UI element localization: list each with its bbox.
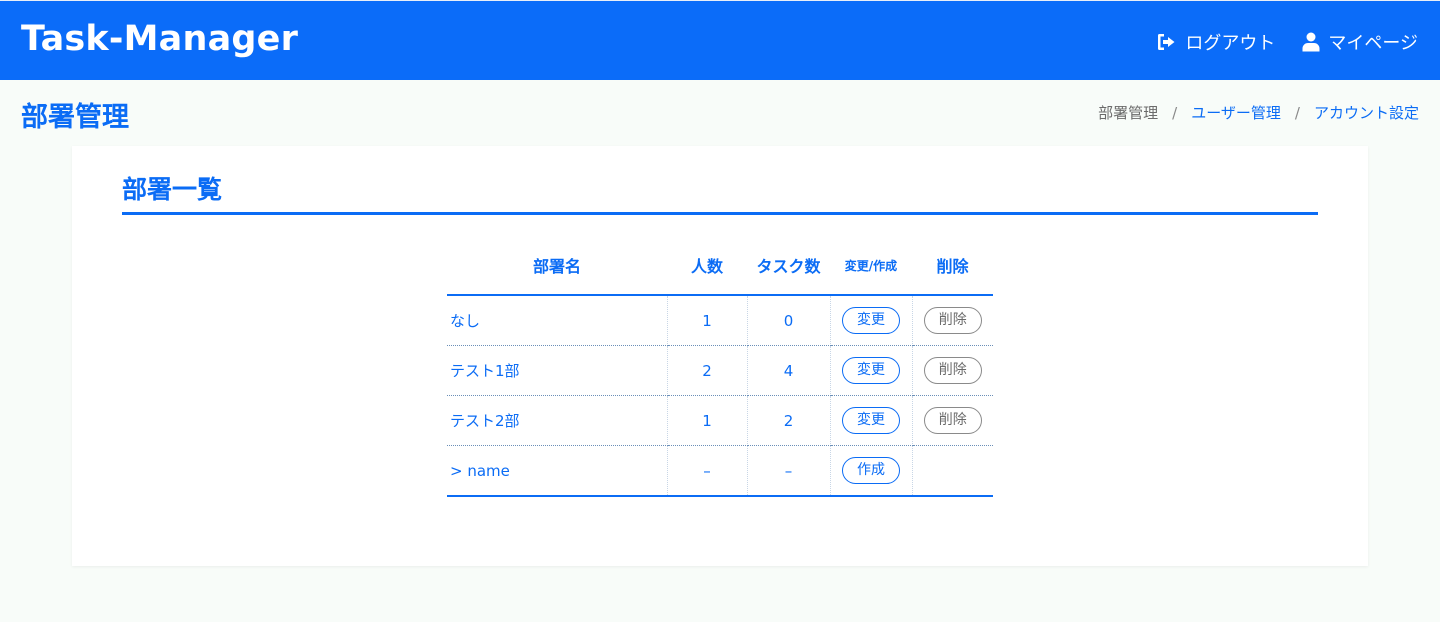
- logout-link[interactable]: ログアウト: [1157, 29, 1275, 55]
- department-table-wrapper: 部署名 人数 タスク数 変更/作成 削除 なし 1 0 変更 削除 テスト1部: [447, 236, 993, 497]
- table-row: テスト1部 2 4 変更 削除: [447, 345, 993, 396]
- edit-cell: 変更: [830, 295, 913, 346]
- department-table: 部署名 人数 タスク数 変更/作成 削除 なし 1 0 変更 削除 テスト1部: [447, 236, 993, 497]
- column-header-tasks: タスク数: [747, 236, 830, 296]
- task-count: 2: [747, 395, 831, 446]
- mypage-label: マイページ: [1328, 33, 1418, 54]
- breadcrumb-item-department: 部署管理: [1098, 104, 1159, 122]
- department-name: テスト2部: [447, 395, 668, 446]
- delete-cell: 削除: [912, 345, 993, 396]
- breadcrumb: 部署管理 / ユーザー管理 / アカウント設定: [1098, 102, 1419, 123]
- table-header-row: 部署名 人数 タスク数 変更/作成 削除: [447, 236, 993, 296]
- member-count: 1: [667, 395, 748, 446]
- table-row: テスト2部 1 2 変更 削除: [447, 395, 993, 446]
- logout-label: ログアウト: [1185, 33, 1276, 54]
- section-divider: [122, 212, 1318, 215]
- empty-delete-cell: [912, 445, 993, 497]
- edit-button[interactable]: 変更: [842, 357, 900, 384]
- section-title: 部署一覧: [122, 175, 223, 204]
- brand-logo[interactable]: Task-Manager: [21, 19, 298, 59]
- edit-button[interactable]: 変更: [842, 407, 900, 434]
- column-header-delete: 削除: [912, 236, 993, 296]
- edit-cell: 変更: [830, 395, 913, 446]
- column-header-name: 部署名: [447, 236, 667, 296]
- breadcrumb-separator: /: [1294, 103, 1300, 122]
- department-card: 部署一覧 部署名 人数 タスク数 変更/作成 削除 なし 1 0 変更 削除 テ…: [72, 146, 1368, 566]
- create-cell: 作成: [830, 445, 913, 497]
- logout-icon: [1158, 34, 1175, 50]
- breadcrumb-item-account[interactable]: アカウント設定: [1314, 102, 1419, 123]
- mypage-link[interactable]: マイページ: [1302, 29, 1418, 55]
- new-department-name-field[interactable]: > name: [447, 445, 668, 497]
- user-icon: [1302, 32, 1320, 52]
- member-count: 1: [667, 295, 748, 346]
- edit-button[interactable]: 変更: [842, 307, 900, 334]
- delete-button[interactable]: 削除: [923, 407, 982, 434]
- member-count: 2: [667, 345, 748, 396]
- breadcrumb-item-users[interactable]: ユーザー管理: [1191, 102, 1281, 123]
- new-department-row: > name – – 作成: [447, 445, 993, 497]
- department-name: なし: [447, 295, 668, 346]
- table-row: なし 1 0 変更 削除: [447, 295, 993, 346]
- edit-cell: 変更: [830, 345, 913, 396]
- create-button[interactable]: 作成: [842, 457, 900, 484]
- breadcrumb-separator: /: [1172, 103, 1178, 122]
- delete-button[interactable]: 削除: [923, 357, 982, 384]
- column-header-edit: 変更/作成: [830, 236, 912, 296]
- member-count-placeholder: –: [667, 445, 748, 497]
- column-header-members: 人数: [667, 236, 747, 296]
- task-count: 0: [747, 295, 831, 346]
- task-count: 4: [747, 345, 831, 396]
- navbar-links: ログアウト マイページ: [1157, 29, 1418, 55]
- delete-cell: 削除: [912, 395, 993, 446]
- delete-cell: 削除: [912, 295, 993, 346]
- page-title: 部署管理: [21, 102, 129, 133]
- top-navbar: Task-Manager ログアウト マイページ: [0, 0, 1440, 80]
- task-count-placeholder: –: [747, 445, 831, 497]
- department-name: テスト1部: [447, 345, 668, 396]
- delete-button[interactable]: 削除: [923, 307, 982, 334]
